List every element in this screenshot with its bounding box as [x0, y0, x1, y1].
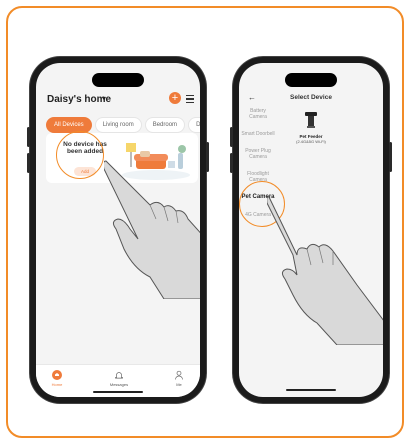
nav-home-label: Home [51, 382, 63, 387]
device-subtitle: (2.4G&5G Wi-Fi) [296, 139, 326, 144]
nav-messages[interactable]: Messages [104, 370, 134, 387]
phone-home-screen: Daisy's home ▾ + All Devices Living room B… [27, 57, 209, 403]
pet-feeder-icon [305, 112, 317, 128]
tab-doo[interactable]: Doo [188, 117, 200, 133]
phone-select-device-screen: ← Select Device Battery Camera Smart Doo… [230, 57, 392, 403]
category-power-plug-camera[interactable]: Power Plug Camera [241, 148, 275, 160]
pointing-hand-illustration [104, 160, 200, 299]
home-indicator [93, 391, 143, 393]
menu-icon[interactable] [186, 95, 194, 103]
room-tabs: All DevicesLiving roomBedroomDoo [46, 113, 200, 133]
nav-home[interactable]: Home [42, 370, 72, 387]
home-indicator [286, 389, 336, 391]
dynamic-island [285, 73, 337, 87]
chevron-down-icon[interactable]: ▾ [102, 94, 106, 103]
category-smart-doorbell[interactable]: Smart Doorbell [241, 131, 275, 137]
device-pet-feeder[interactable]: Pet Feeder (2.4G&5G Wi-Fi) [281, 111, 341, 144]
dynamic-island [92, 73, 144, 87]
nav-messages-label: Messages [109, 382, 129, 387]
bell-icon [115, 372, 123, 379]
home-icon [52, 370, 62, 380]
home-screen: Daisy's home ▾ + All Devices Living room B… [36, 63, 200, 397]
bottom-nav: Home Messages Me [36, 364, 200, 397]
tab-bedroom[interactable]: Bedroom [144, 117, 186, 133]
category-battery-camera[interactable]: Battery Camera [241, 108, 275, 120]
tab-living-room[interactable]: Living room [94, 117, 142, 133]
add-device-button[interactable]: + [169, 92, 181, 104]
nav-me-label: Me [176, 382, 182, 387]
nav-me[interactable]: Me [164, 370, 194, 387]
pointing-hand-illustration [267, 196, 383, 345]
page-title: Select Device [290, 94, 332, 101]
highlight-circle [56, 131, 104, 179]
select-device-screen: ← Select Device Battery Camera Smart Doo… [239, 63, 383, 397]
person-icon [175, 370, 183, 380]
